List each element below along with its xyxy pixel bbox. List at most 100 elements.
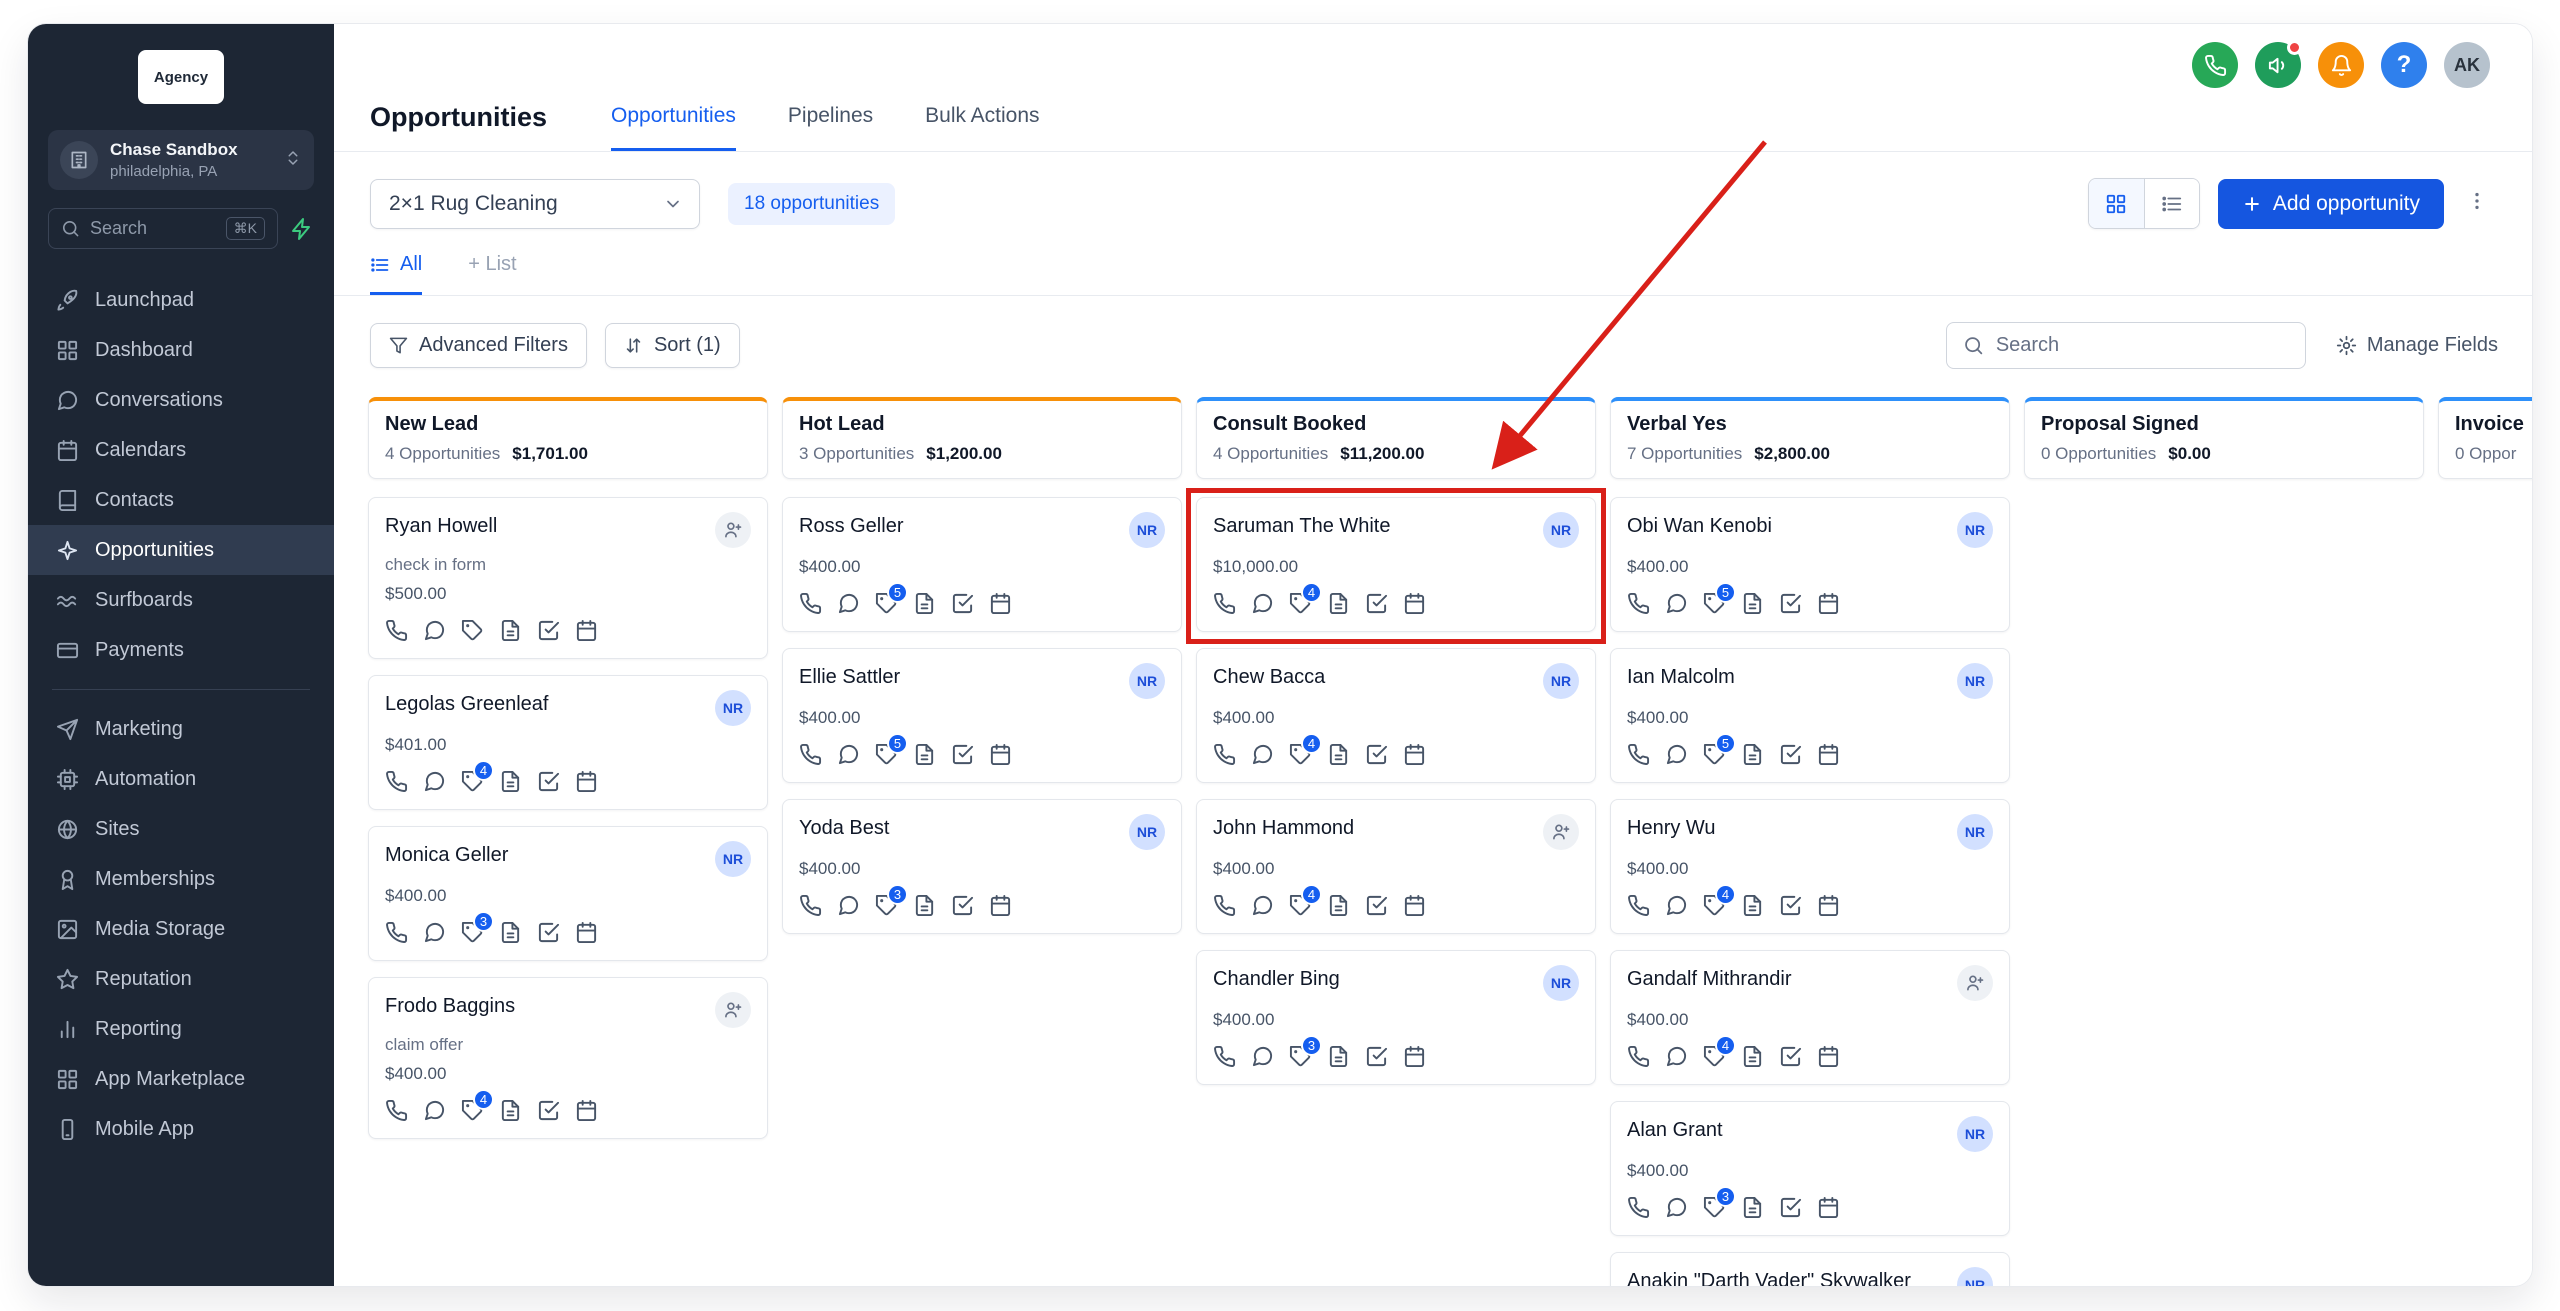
sidebar-search[interactable]: ⌘K	[48, 208, 278, 249]
contact-avatar[interactable]: NR	[1543, 965, 1579, 1001]
tasks-icon[interactable]	[537, 1099, 560, 1122]
message-icon[interactable]	[1251, 894, 1274, 917]
message-icon[interactable]	[1251, 1045, 1274, 1068]
call-icon[interactable]	[1213, 894, 1236, 917]
appointments-icon[interactable]	[575, 921, 598, 944]
notes-icon[interactable]	[913, 592, 936, 615]
notes-icon[interactable]	[1741, 592, 1764, 615]
quick-actions-icon[interactable]	[290, 217, 314, 241]
appointments-icon[interactable]	[1817, 592, 1840, 615]
call-icon[interactable]	[385, 619, 408, 642]
advanced-filters-button[interactable]: Advanced Filters	[370, 323, 587, 368]
tab-opportunities[interactable]: Opportunities	[611, 104, 736, 151]
list-view-button[interactable]	[2144, 179, 2199, 228]
assign-contact-icon[interactable]	[1543, 814, 1579, 850]
message-icon[interactable]	[837, 894, 860, 917]
tasks-icon[interactable]	[951, 592, 974, 615]
sidebar-item-automation[interactable]: Automation	[28, 754, 334, 804]
tags-icon[interactable]: 5	[875, 743, 898, 766]
appointments-icon[interactable]	[575, 619, 598, 642]
tasks-icon[interactable]	[1365, 743, 1388, 766]
message-icon[interactable]	[1665, 894, 1688, 917]
appointments-icon[interactable]	[989, 743, 1012, 766]
tags-icon[interactable]: 4	[1289, 894, 1312, 917]
sidebar-item-memberships[interactable]: Memberships	[28, 854, 334, 904]
tags-icon[interactable]: 5	[1703, 592, 1726, 615]
opportunity-card[interactable]: Henry WuNR $400.00 4	[1610, 799, 2010, 934]
assign-contact-icon[interactable]	[715, 512, 751, 548]
call-icon[interactable]	[1627, 894, 1650, 917]
contact-avatar[interactable]: NR	[1543, 663, 1579, 699]
opportunity-card[interactable]: Ellie SattlerNR $400.00 5	[782, 648, 1182, 783]
contact-avatar[interactable]: NR	[715, 841, 751, 877]
message-icon[interactable]	[423, 619, 446, 642]
message-icon[interactable]	[1665, 592, 1688, 615]
tasks-icon[interactable]	[1779, 894, 1802, 917]
tasks-icon[interactable]	[1779, 743, 1802, 766]
contact-avatar[interactable]: NR	[1957, 814, 1993, 850]
call-icon[interactable]	[799, 894, 822, 917]
grid-view-button[interactable]	[2089, 179, 2144, 228]
sidebar-item-opportunities[interactable]: Opportunities	[28, 525, 334, 575]
contact-avatar[interactable]: NR	[1129, 814, 1165, 850]
tags-icon[interactable]: 3	[1289, 1045, 1312, 1068]
notes-icon[interactable]	[913, 894, 936, 917]
tags-icon[interactable]: 3	[1703, 1196, 1726, 1219]
notes-icon[interactable]	[1741, 894, 1764, 917]
notifications-button[interactable]	[2318, 42, 2364, 88]
opportunity-card[interactable]: Yoda BestNR $400.00 3	[782, 799, 1182, 934]
opportunity-card[interactable]: Legolas GreenleafNR $401.00 4	[368, 675, 768, 810]
tasks-icon[interactable]	[1365, 1045, 1388, 1068]
call-icon[interactable]	[1627, 592, 1650, 615]
message-icon[interactable]	[1665, 743, 1688, 766]
view-tab-all[interactable]: All	[370, 253, 422, 295]
contact-avatar[interactable]: NR	[1957, 1267, 1993, 1286]
opportunity-card[interactable]: Chandler BingNR $400.00 3	[1196, 950, 1596, 1085]
notes-icon[interactable]	[1327, 743, 1350, 766]
contact-avatar[interactable]: NR	[1129, 512, 1165, 548]
tab-bulk-actions[interactable]: Bulk Actions	[925, 104, 1039, 151]
sidebar-search-input[interactable]	[90, 218, 216, 239]
contact-avatar[interactable]: NR	[1957, 512, 1993, 548]
tags-icon[interactable]: 4	[1289, 743, 1312, 766]
tab-pipelines[interactable]: Pipelines	[788, 104, 873, 151]
call-icon[interactable]	[799, 743, 822, 766]
phone-button[interactable]	[2192, 42, 2238, 88]
tags-icon[interactable]: 4	[461, 770, 484, 793]
appointments-icon[interactable]	[1403, 743, 1426, 766]
manage-fields-button[interactable]: Manage Fields	[2336, 334, 2498, 357]
notes-icon[interactable]	[499, 1099, 522, 1122]
call-icon[interactable]	[1627, 743, 1650, 766]
notes-icon[interactable]	[1741, 1045, 1764, 1068]
more-options-button[interactable]	[2462, 184, 2492, 223]
call-icon[interactable]	[799, 592, 822, 615]
appointments-icon[interactable]	[1817, 1196, 1840, 1219]
message-icon[interactable]	[1251, 743, 1274, 766]
message-icon[interactable]	[1665, 1196, 1688, 1219]
tasks-icon[interactable]	[1779, 1196, 1802, 1219]
sidebar-item-contacts[interactable]: Contacts	[28, 475, 334, 525]
assign-contact-icon[interactable]	[715, 992, 751, 1028]
opportunity-card[interactable]: John Hammond $400.00 4	[1196, 799, 1596, 934]
contact-avatar[interactable]: NR	[1543, 512, 1579, 548]
appointments-icon[interactable]	[989, 592, 1012, 615]
opportunity-card[interactable]: Ryan Howell check in form $500.00	[368, 497, 768, 659]
call-icon[interactable]	[1627, 1045, 1650, 1068]
opportunity-card[interactable]: Ian MalcolmNR $400.00 5	[1610, 648, 2010, 783]
tasks-icon[interactable]	[951, 743, 974, 766]
appointments-icon[interactable]	[1817, 743, 1840, 766]
sort-button[interactable]: Sort (1)	[605, 323, 740, 368]
add-opportunity-button[interactable]: Add opportunity	[2218, 179, 2444, 229]
opportunity-card[interactable]: Frodo Baggins claim offer $400.00 4	[368, 977, 768, 1139]
brand-logo[interactable]: Agency	[138, 50, 224, 104]
call-icon[interactable]	[1627, 1196, 1650, 1219]
sidebar-item-mobile-app[interactable]: Mobile App	[28, 1104, 334, 1154]
message-icon[interactable]	[1251, 592, 1274, 615]
tags-icon[interactable]: 4	[461, 1099, 484, 1122]
appointments-icon[interactable]	[575, 1099, 598, 1122]
announcements-button[interactable]	[2255, 42, 2301, 88]
column-header[interactable]: Proposal Signed 0 Opportunities$0.00	[2024, 397, 2424, 479]
message-icon[interactable]	[837, 592, 860, 615]
appointments-icon[interactable]	[1403, 592, 1426, 615]
help-button[interactable]: ?	[2381, 42, 2427, 88]
